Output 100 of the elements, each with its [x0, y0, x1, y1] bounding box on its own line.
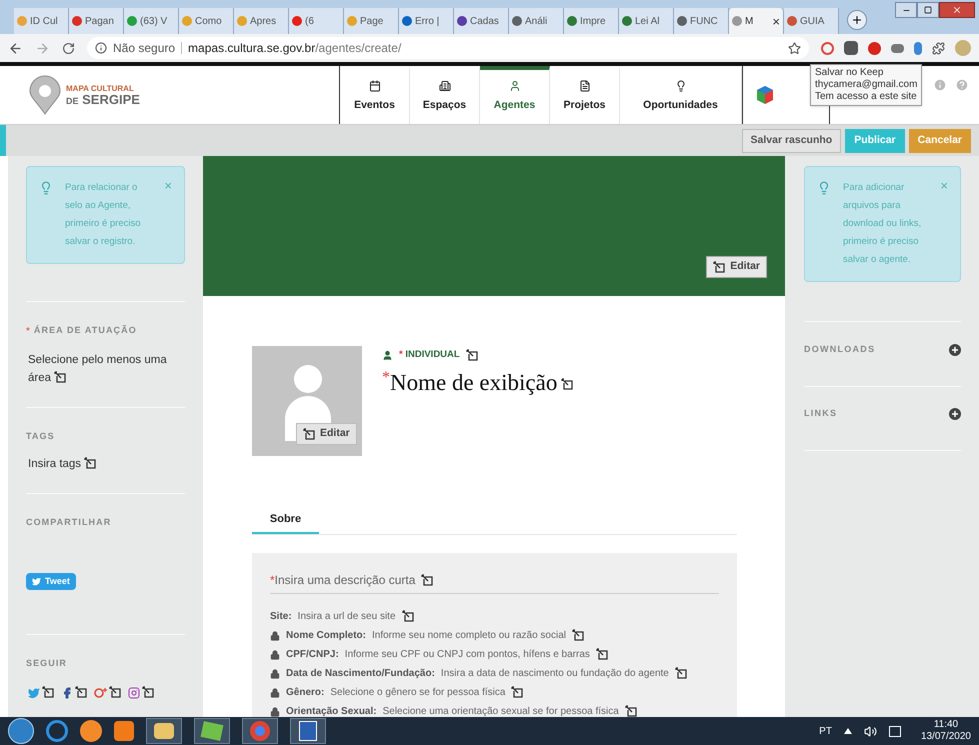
url-text: mapas.cultura.se.gov.br/agentes/create/ [188, 40, 402, 57]
content-tab[interactable]: Sobre [252, 506, 319, 534]
edit-icon[interactable] [84, 457, 98, 470]
start-button[interactable] [8, 718, 34, 744]
add-icon[interactable] [949, 408, 961, 420]
field-value[interactable]: Insira tags [26, 455, 185, 473]
security-label: Não seguro [113, 40, 176, 57]
edit-icon[interactable] [303, 428, 316, 440]
browser-tab[interactable]: Lei Al [619, 8, 674, 34]
tooltip-text: Salvar no Keep [815, 67, 884, 79]
section-title: LINKS [804, 407, 838, 420]
extension-icon[interactable] [914, 42, 922, 54]
browser-tab[interactable]: GUIA [784, 8, 839, 34]
edit-icon[interactable] [561, 378, 574, 392]
edit-icon[interactable] [402, 610, 414, 623]
field-placeholder[interactable]: Selecione o gênero se for pessoa física [330, 685, 506, 700]
tab-title: FUNC [690, 14, 718, 28]
maximize-button[interactable] [917, 2, 939, 18]
star-icon[interactable] [788, 42, 801, 54]
edit-icon[interactable] [624, 705, 638, 718]
edit-icon[interactable] [713, 260, 726, 274]
field-label: Orientação Sexual: [286, 705, 377, 719]
edit-icon[interactable] [109, 686, 122, 699]
section-title: ÁREA DE ATUAÇÃO [34, 324, 137, 338]
field-label: Data de Nascimento/Fundação: [286, 667, 435, 681]
display-name[interactable]: *Nome de exibição [382, 366, 558, 401]
document-app-icon[interactable] [290, 718, 326, 744]
tab-close-button[interactable]: × [772, 14, 780, 28]
field-placeholder[interactable]: Informe seu CPF ou CNPJ com pontos, hífens e barras [344, 647, 590, 662]
tab-title: (6 [305, 14, 314, 28]
person-icon [508, 80, 520, 92]
address-field[interactable]: Não seguro mapas.cultura.se.gov.br/agentes/create/ [87, 37, 809, 59]
browser-tab[interactable]: Como [179, 8, 234, 34]
description-field[interactable]: *Insira uma descrição curta [270, 571, 719, 594]
extension-icon[interactable] [844, 41, 858, 55]
extension-icon[interactable] [891, 44, 904, 52]
browser-tab[interactable]: Apres [234, 8, 289, 34]
browser-tab[interactable]: Erro | [399, 8, 454, 34]
edit-icon[interactable] [54, 370, 68, 384]
back-icon[interactable] [8, 40, 23, 56]
edit-icon[interactable] [42, 686, 55, 699]
close-window-button[interactable] [939, 2, 975, 18]
agent-type[interactable]: * INDIVIDUAL [399, 348, 460, 362]
browser-tab[interactable]: Impre [564, 8, 619, 34]
browser-tab[interactable]: FUNC [674, 8, 729, 34]
site-logo[interactable]: MAPA CULTURAL DE SERGIPE [0, 66, 339, 124]
browser-tab[interactable]: Pagan [69, 8, 124, 34]
tweet-button[interactable]: Tweet [26, 572, 76, 590]
language-indicator[interactable]: PT [819, 724, 832, 738]
nav-item[interactable]: Oportunidades [620, 66, 742, 124]
info-icon [95, 42, 107, 54]
speaker-icon[interactable] [864, 724, 877, 738]
app-icon[interactable] [194, 718, 230, 744]
section-title: COMPARTILHAR [26, 516, 112, 529]
folder-icon[interactable] [146, 718, 182, 744]
nav-item[interactable]: Projetos [550, 66, 620, 124]
edit-icon[interactable] [421, 574, 434, 586]
edit-icon[interactable] [596, 648, 609, 661]
clock[interactable]: 11:40 13/07/2020 [912, 719, 971, 743]
cube-icon[interactable] [755, 85, 775, 105]
reload-icon[interactable] [62, 42, 75, 54]
browser-tab[interactable]: (6 [289, 8, 344, 34]
field-placeholder[interactable]: Insira a url de seu site [298, 609, 396, 624]
extension-icon[interactable] [868, 42, 881, 54]
edit-button[interactable]: Editar [706, 256, 767, 278]
field-placeholder[interactable]: Selecione uma orientação sexual se for pessoa física [382, 704, 619, 719]
browser-tab[interactable]: Page [344, 8, 399, 34]
facebook-icon[interactable] [61, 686, 73, 698]
tab-title: M [745, 14, 754, 28]
browser-tab[interactable]: M × [729, 8, 784, 34]
edit-icon[interactable] [572, 629, 585, 642]
browser-tab[interactable]: ID Cul [14, 8, 69, 34]
toolbar-button[interactable]: Salvar rascunho [742, 128, 842, 152]
edit-icon[interactable] [75, 686, 88, 699]
instagram-icon[interactable] [128, 686, 140, 698]
nav-item[interactable]: Eventos [340, 66, 410, 124]
browser-tab[interactable]: (63) V [124, 8, 179, 34]
puzzle-icon[interactable] [932, 42, 945, 54]
caret-up-icon[interactable] [844, 728, 852, 734]
field-placeholder[interactable]: Insira a data de nascimento ou fundação do agente [440, 666, 669, 681]
add-icon[interactable] [949, 344, 961, 356]
browser-tab[interactable]: Análi [509, 8, 564, 34]
browser-tab[interactable]: Cadas [454, 8, 509, 34]
edit-icon[interactable] [674, 667, 688, 680]
edit-button[interactable]: Editar [296, 423, 357, 445]
field-value[interactable]: Selecione pelo menos uma área [26, 350, 185, 386]
lock-icon [270, 668, 280, 678]
lock-icon [270, 650, 280, 660]
map-pin-logo-icon [28, 75, 62, 115]
field-placeholder[interactable]: Informe seu nome completo ou razão social [372, 628, 566, 643]
section-title: SEGUIR [26, 656, 67, 670]
edit-icon[interactable] [466, 348, 479, 362]
new-tab-button[interactable] [847, 10, 867, 30]
tab-title: Erro | [415, 14, 440, 28]
tab-title: Pagan [85, 14, 114, 28]
extension-icon[interactable] [821, 42, 834, 54]
edit-icon[interactable] [511, 686, 524, 699]
nav-item[interactable]: Espaços [410, 66, 480, 124]
edit-icon[interactable] [142, 686, 155, 699]
close-icon [952, 5, 962, 15]
